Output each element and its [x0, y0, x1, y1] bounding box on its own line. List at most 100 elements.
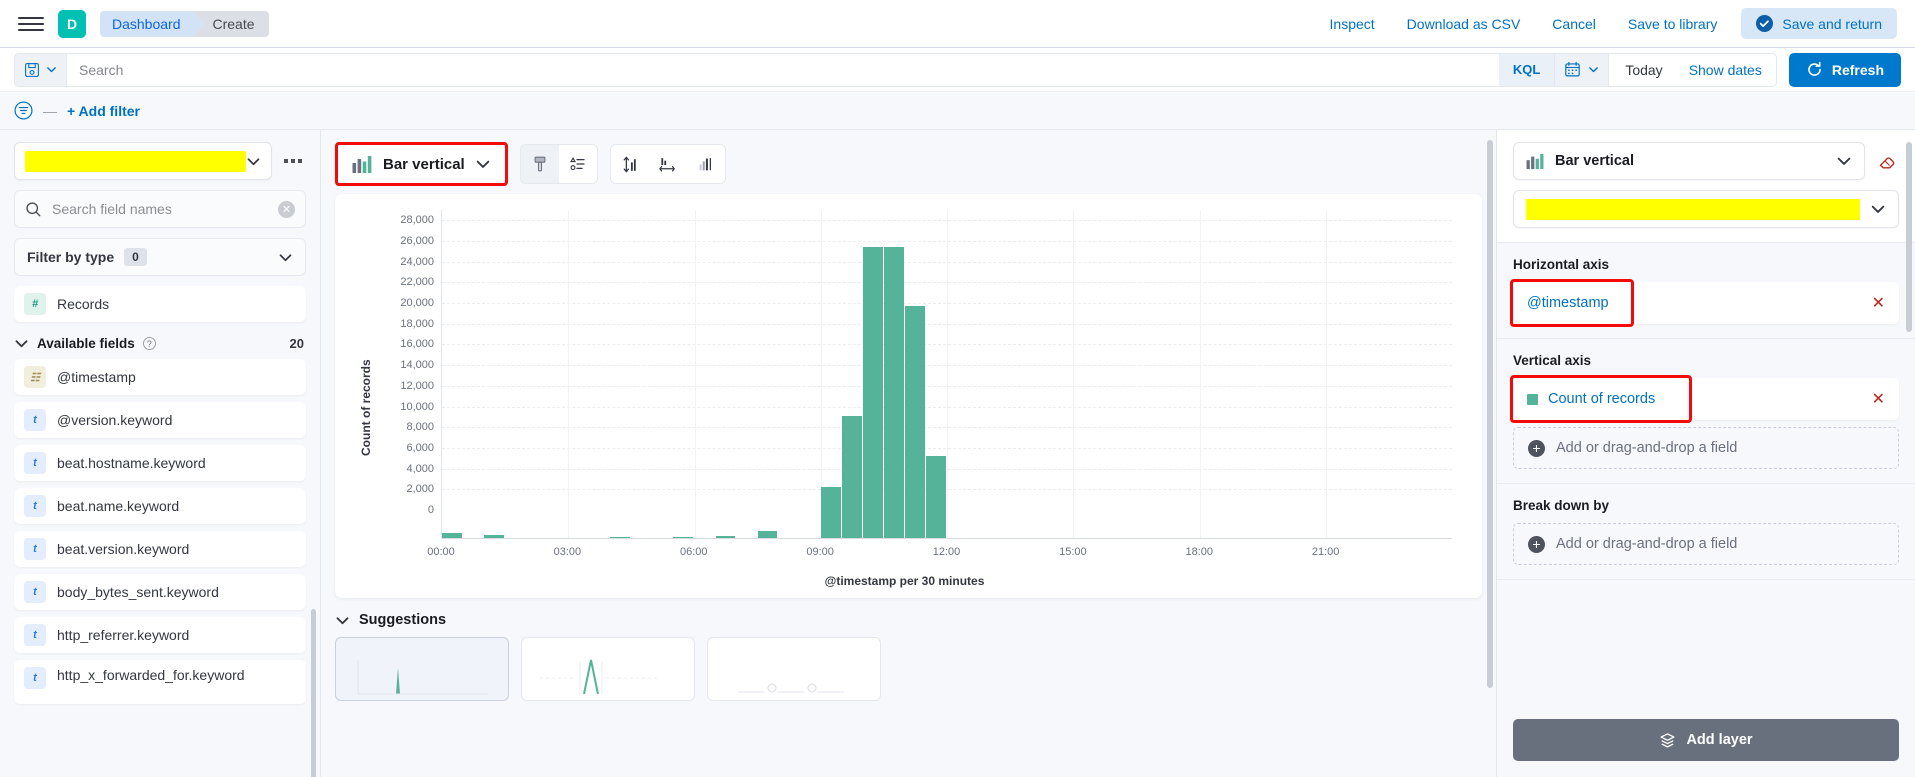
- bottom-axis-settings-button[interactable]: [648, 145, 687, 183]
- chart-bar[interactable]: [925, 456, 946, 538]
- vertical-axis-dimension[interactable]: Count of records ✕: [1513, 378, 1899, 420]
- field-list-item[interactable]: t body_bytes_sent.keyword: [14, 574, 306, 610]
- main-body: ✕ Filter by type 0 # Records Available f…: [0, 130, 1915, 777]
- add-breakdown-field-label: Add or drag-and-drop a field: [1556, 536, 1738, 552]
- chart-bar[interactable]: [442, 533, 462, 538]
- query-language-badge[interactable]: KQL: [1498, 53, 1555, 86]
- y-axis-tick-label: 12,000: [400, 379, 434, 392]
- field-list-item[interactable]: ☷ @timestamp: [14, 359, 306, 395]
- plot-region[interactable]: [441, 210, 1452, 539]
- app-badge[interactable]: D: [58, 9, 86, 38]
- add-layer-button[interactable]: Add layer: [1513, 719, 1899, 761]
- y-axis-tick-label: 28,000: [400, 214, 434, 227]
- workspace-scrollbar[interactable]: [1487, 140, 1493, 688]
- help-icon[interactable]: ?: [142, 337, 156, 350]
- horizontal-axis-label: Horizontal axis: [1513, 257, 1610, 272]
- chart-bar[interactable]: [673, 536, 694, 538]
- available-fields-header[interactable]: Available fields ? 20: [0, 322, 320, 359]
- suggestion-card[interactable]: [707, 637, 881, 701]
- field-list-item[interactable]: t beat.version.keyword: [14, 531, 306, 567]
- string-type-icon: t: [24, 667, 46, 689]
- field-list-item[interactable]: t beat.name.keyword: [14, 488, 306, 524]
- legend-icon: [569, 157, 585, 171]
- y-axis-tick-label: 16,000: [400, 338, 434, 351]
- search-field-names-input[interactable]: [52, 201, 268, 217]
- chevron-down-icon: [1589, 67, 1599, 73]
- axis-settings-button[interactable]: [686, 145, 725, 183]
- data-panel: ✕ Filter by type 0 # Records Available f…: [0, 130, 321, 777]
- field-list-item[interactable]: t @version.keyword: [14, 402, 306, 438]
- config-viz-type-select[interactable]: Bar vertical: [1513, 142, 1865, 180]
- add-vertical-axis-field[interactable]: + Add or drag-and-drop a field: [1513, 427, 1899, 469]
- save-to-library-button[interactable]: Save to library: [1612, 16, 1733, 32]
- config-panel-scrollbar[interactable]: [1906, 142, 1912, 332]
- suggestions-section: Suggestions: [335, 612, 1482, 701]
- datasource-more-button[interactable]: [280, 159, 306, 163]
- chart-bar[interactable]: [904, 306, 925, 538]
- breadcrumb-dashboard[interactable]: Dashboard: [100, 10, 203, 37]
- chart-bar[interactable]: [862, 247, 883, 538]
- remove-horizontal-dimension-icon[interactable]: ✕: [1872, 293, 1885, 313]
- suggestion-card[interactable]: [521, 637, 695, 701]
- axis-button-group: [609, 144, 726, 184]
- field-name-label: @version.keyword: [57, 412, 173, 428]
- chart-bar[interactable]: [883, 247, 904, 538]
- chevron-down-icon: [336, 616, 349, 624]
- query-bar: KQL Today Show dates: [0, 48, 1915, 92]
- horizontal-axis-dimension[interactable]: @timestamp ✕: [1513, 282, 1899, 324]
- save-and-return-button[interactable]: Save and return: [1741, 8, 1897, 39]
- field-item-records[interactable]: # Records: [14, 286, 306, 322]
- field-list-scrollbar[interactable]: [311, 609, 316, 777]
- y-axis-tick-label: 22,000: [400, 276, 434, 289]
- field-name-label: http_referrer.keyword: [57, 627, 190, 643]
- menu-icon[interactable]: [18, 11, 44, 37]
- filter-by-type-button[interactable]: Filter by type 0: [14, 238, 306, 276]
- workspace-toolbar: Bar vertical: [335, 142, 1482, 186]
- chevron-down-icon: [247, 157, 260, 165]
- filter-icon[interactable]: [14, 101, 33, 120]
- field-list[interactable]: ☷ @timestamp t @version.keyword t beat.hostna…: [0, 359, 320, 777]
- suggestions-header[interactable]: Suggestions: [335, 612, 1482, 637]
- viz-type-select[interactable]: Bar vertical: [338, 145, 505, 183]
- chevron-down-icon: [1871, 205, 1885, 213]
- chart-bar[interactable]: [484, 535, 504, 538]
- chart-bar[interactable]: [841, 415, 862, 538]
- x-axis-tick-label: 12:00: [932, 546, 961, 558]
- add-breakdown-field[interactable]: + Add or drag-and-drop a field: [1513, 523, 1899, 565]
- remove-vertical-dimension-icon[interactable]: ✕: [1872, 389, 1885, 409]
- clear-layer-button[interactable]: [1875, 149, 1899, 173]
- y-axis-tick-label: 2,000: [406, 483, 434, 496]
- suggestion-metric-preview-icon: [738, 683, 844, 693]
- suggestion-card[interactable]: [335, 637, 509, 701]
- search-icon: [26, 201, 41, 216]
- field-list-item[interactable]: t http_x_forwarded_for.keyword: [14, 660, 306, 704]
- clear-search-icon[interactable]: ✕: [278, 200, 295, 218]
- string-type-icon: t: [24, 409, 46, 431]
- check-circle-icon: [1756, 15, 1774, 32]
- date-quick-select-button[interactable]: [1555, 53, 1610, 86]
- left-axis-settings-button[interactable]: [610, 145, 649, 183]
- bar-series[interactable]: [442, 210, 1452, 538]
- add-filter-button[interactable]: + Add filter: [67, 103, 140, 119]
- cancel-button[interactable]: Cancel: [1536, 16, 1612, 32]
- saved-query-button[interactable]: [14, 52, 66, 87]
- chevron-down-icon: [279, 253, 292, 261]
- show-dates-button[interactable]: Show dates: [1679, 62, 1776, 78]
- refresh-button[interactable]: Refresh: [1788, 52, 1901, 87]
- search-input[interactable]: [67, 53, 1499, 86]
- brush-settings-button[interactable]: [520, 145, 559, 183]
- download-csv-button[interactable]: Download as CSV: [1391, 16, 1537, 32]
- chart-bar[interactable]: [820, 487, 841, 538]
- chart-bar[interactable]: [610, 536, 631, 538]
- viz-type-row: Bar vertical: [1513, 142, 1899, 180]
- field-list-item[interactable]: t beat.hostname.keyword: [14, 445, 306, 481]
- config-datasource-select[interactable]: [1513, 190, 1899, 228]
- inspect-button[interactable]: Inspect: [1314, 16, 1391, 32]
- legend-settings-button[interactable]: [558, 145, 597, 183]
- chart-bar[interactable]: [757, 530, 778, 538]
- datasource-select[interactable]: [14, 142, 272, 180]
- field-list-item[interactable]: t http_referrer.keyword: [14, 617, 306, 653]
- date-range-value[interactable]: Today: [1609, 62, 1678, 78]
- chart-bar[interactable]: [715, 536, 736, 538]
- config-panel: Bar vertical Horizontal axis @timestamp …: [1496, 130, 1915, 777]
